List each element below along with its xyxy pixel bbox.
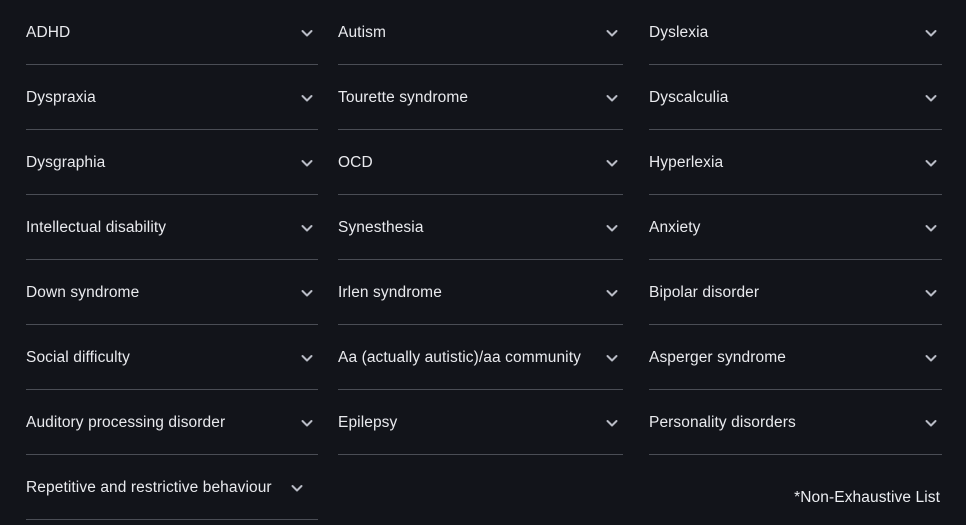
chevron-down-icon[interactable] [920, 217, 942, 239]
accordion-column-1: ADHD Dyspraxia Dysgraphia Intellectual d… [0, 0, 322, 525]
accordion-item-synesthesia[interactable]: Synesthesia [322, 195, 633, 260]
accordion-item-label: Autism [338, 23, 386, 41]
accordion-item-label: Repetitive and restrictive behaviour [26, 478, 272, 496]
chevron-down-icon[interactable] [601, 87, 623, 109]
accordion-item-label: Down syndrome [26, 283, 140, 301]
chevron-down-icon[interactable] [601, 217, 623, 239]
chevron-down-icon[interactable] [920, 412, 942, 434]
chevron-down-icon[interactable] [296, 282, 318, 304]
neurodiversity-list-page: ADHD Dyspraxia Dysgraphia Intellectual d… [0, 0, 966, 525]
accordion-item-label: Dysgraphia [26, 153, 106, 171]
accordion-item-bipolar-disorder[interactable]: Bipolar disorder [633, 260, 966, 325]
accordion-item-down-syndrome[interactable]: Down syndrome [0, 260, 322, 325]
chevron-down-icon[interactable] [296, 22, 318, 44]
accordion-item-label: Dyscalculia [649, 88, 729, 106]
chevron-down-icon[interactable] [296, 152, 318, 174]
chevron-down-icon[interactable] [920, 347, 942, 369]
accordion-item-label: Epilepsy [338, 413, 398, 431]
accordion-item-label: Auditory processing disorder [26, 413, 226, 431]
chevron-down-icon[interactable] [296, 412, 318, 434]
chevron-down-icon[interactable] [601, 412, 623, 434]
accordion-item-social-difficulty[interactable]: Social difficulty [0, 325, 322, 390]
accordion-item-label: OCD [338, 153, 373, 171]
chevron-down-icon[interactable] [296, 347, 318, 369]
accordion-item-auditory-processing-disorder[interactable]: Auditory processing disorder [0, 390, 322, 455]
accordion-item-label: Irlen syndrome [338, 283, 442, 301]
chevron-down-icon[interactable] [601, 152, 623, 174]
non-exhaustive-list-footnote: *Non-Exhaustive List [794, 489, 940, 506]
chevron-down-icon[interactable] [601, 347, 623, 369]
accordion-item-label: Hyperlexia [649, 153, 724, 171]
accordion-item-label: Dyspraxia [26, 88, 96, 106]
chevron-down-icon[interactable] [920, 152, 942, 174]
accordion-item-epilepsy[interactable]: Epilepsy [322, 390, 633, 455]
accordion-item-label: Aa (actually autistic)/aa community [338, 348, 581, 366]
accordion-item-intellectual-disability[interactable]: Intellectual disability [0, 195, 322, 260]
accordion-item-dyscalculia[interactable]: Dyscalculia [633, 65, 966, 130]
accordion-item-repetitive-and-restrictive-behaviour[interactable]: Repetitive and restrictive behaviour [0, 455, 322, 520]
accordion-item-asperger-syndrome[interactable]: Asperger syndrome [633, 325, 966, 390]
chevron-down-icon[interactable] [601, 22, 623, 44]
accordion-item-anxiety[interactable]: Anxiety [633, 195, 966, 260]
accordion-item-aa-community[interactable]: Aa (actually autistic)/aa community [322, 325, 633, 390]
accordion-item-autism[interactable]: Autism [322, 0, 633, 65]
chevron-down-icon[interactable] [296, 87, 318, 109]
accordion-item-label: Social difficulty [26, 348, 130, 366]
chevron-down-icon[interactable] [296, 217, 318, 239]
accordion-item-personality-disorders[interactable]: Personality disorders [633, 390, 966, 455]
accordion-item-dyspraxia[interactable]: Dyspraxia [0, 65, 322, 130]
accordion-column-2: Autism Tourette syndrome OCD Synesthesia… [322, 0, 633, 525]
accordion-item-label: Asperger syndrome [649, 348, 786, 366]
chevron-down-icon[interactable] [920, 87, 942, 109]
accordion-item-dysgraphia[interactable]: Dysgraphia [0, 130, 322, 195]
accordion-item-hyperlexia[interactable]: Hyperlexia [633, 130, 966, 195]
accordion-item-label: Dyslexia [649, 23, 709, 41]
accordion-item-label: Personality disorders [649, 413, 796, 431]
accordion-item-label: Tourette syndrome [338, 88, 469, 106]
accordion-item-label: ADHD [26, 23, 71, 41]
accordion-item-label: Synesthesia [338, 218, 424, 236]
accordion-item-ocd[interactable]: OCD [322, 130, 633, 195]
accordion-item-irlen-syndrome[interactable]: Irlen syndrome [322, 260, 633, 325]
accordion-item-label: Anxiety [649, 218, 701, 236]
chevron-down-icon[interactable] [920, 22, 942, 44]
accordion-item-dyslexia[interactable]: Dyslexia [633, 0, 966, 65]
accordion-item-adhd[interactable]: ADHD [0, 0, 322, 65]
accordion-item-label: Bipolar disorder [649, 283, 760, 301]
chevron-down-icon[interactable] [286, 477, 308, 499]
chevron-down-icon[interactable] [601, 282, 623, 304]
accordion-item-tourette-syndrome[interactable]: Tourette syndrome [322, 65, 633, 130]
accordion-column-3: Dyslexia Dyscalculia Hyperlexia Anxiety … [633, 0, 966, 525]
chevron-down-icon[interactable] [920, 282, 942, 304]
accordion-item-label: Intellectual disability [26, 218, 167, 236]
